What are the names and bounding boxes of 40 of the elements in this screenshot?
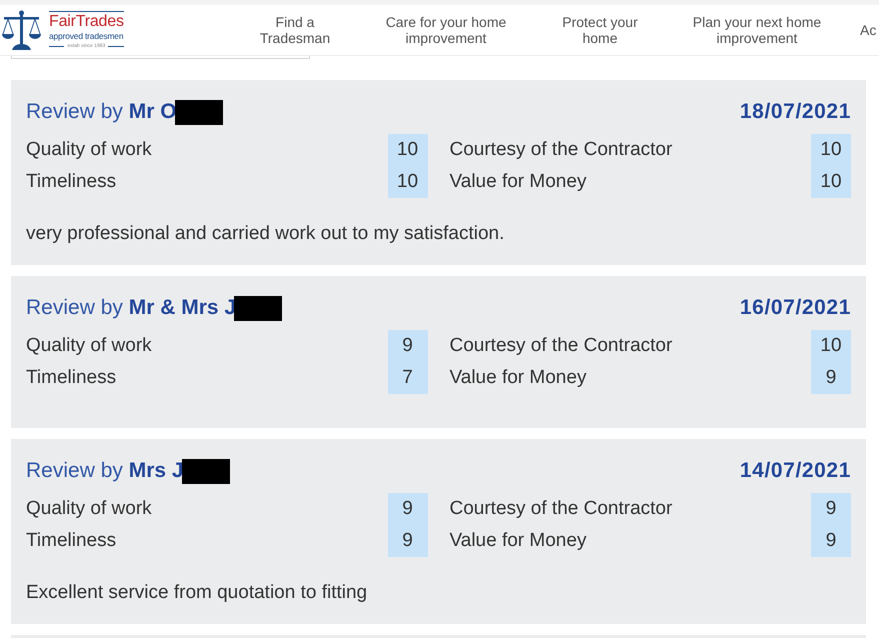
score-label: Quality of work (26, 138, 153, 162)
score-label: Courtesy of the Contractor (450, 138, 674, 162)
review-comment: Excellent service from quotation to fitting (26, 581, 368, 605)
score-value: 10 (388, 134, 428, 166)
nav-link[interactable]: Care for your home improvement (386, 14, 506, 46)
score-value: 10 (811, 330, 851, 362)
input-field[interactable] (11, 56, 310, 59)
review-date: 14/07/2021 (740, 459, 851, 483)
score-label: Courtesy of the Contractor (450, 497, 674, 521)
score-label: Courtesy of the Contractor (450, 334, 674, 358)
score-value: 9 (388, 525, 428, 557)
score-label: Value for Money (450, 366, 588, 390)
nav-link[interactable]: Find a Tradesman (260, 14, 330, 46)
score-value: 9 (388, 493, 428, 525)
score-label: Timeliness (26, 366, 118, 390)
review-comment: very professional and carried work out to my satisfaction. (26, 222, 506, 246)
score-label: Quality of work (26, 334, 153, 358)
review-date: 18/07/2021 (740, 100, 851, 124)
review-title: Review by Mr O (26, 100, 177, 124)
score-value: 10 (811, 134, 851, 166)
score-value: 9 (388, 330, 428, 362)
score-value: 10 (811, 166, 851, 198)
score-label: Timeliness (26, 529, 118, 553)
score-value: 7 (388, 362, 428, 394)
nav-link[interactable]: Ac (860, 22, 876, 38)
score-label: Value for Money (450, 170, 588, 194)
logo-tagline: approved tradesmen (49, 30, 124, 42)
review-date: 16/07/2021 (740, 296, 851, 320)
score-label: Quality of work (26, 497, 153, 521)
score-value: 9 (811, 525, 851, 557)
nav-link[interactable]: Protect your home (562, 14, 638, 46)
score-label: Timeliness (26, 170, 118, 194)
logo-wordmark: FairTrades (49, 12, 124, 30)
score-value: 9 (811, 493, 851, 525)
score-value: 9 (811, 362, 851, 394)
score-label: Value for Money (450, 529, 588, 553)
scales-icon (2, 10, 41, 50)
nav-link[interactable]: Plan your next home improvement (692, 14, 822, 46)
score-value: 10 (388, 166, 428, 198)
review-title: Review by Mrs J (26, 459, 184, 483)
